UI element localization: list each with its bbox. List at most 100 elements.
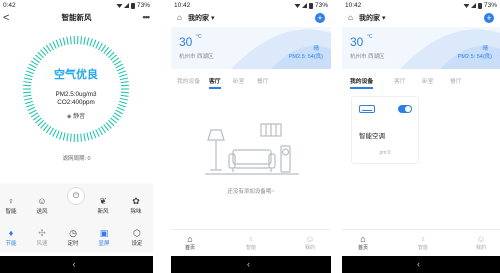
bottom-tab-smart[interactable]: ♀ 智能 [412, 234, 434, 251]
bulb-icon: ♀ [7, 196, 15, 206]
home-icon: ⌂ [360, 234, 366, 244]
system-nav-bar: ‹ [171, 256, 331, 273]
battery-level: 73% [314, 2, 328, 9]
wifi-icon [463, 4, 470, 8]
bottom-tab-bar: ⌂ 首页 ♀ 智能 ☺ 我的 [171, 229, 331, 255]
tab-my-devices[interactable]: 我的设备 [350, 76, 374, 89]
add-device-button[interactable]: + [484, 13, 494, 23]
weather-card [171, 27, 331, 69]
battery-level: 73% [136, 2, 150, 9]
tab-living-room[interactable]: 客厅 [209, 76, 221, 89]
filter-cycle: 滤网周期: 0 [62, 156, 91, 162]
eco-button[interactable]: ♦ 节能 [0, 228, 23, 247]
nav-back-icon[interactable]: ‹ [73, 259, 76, 269]
weather-card [342, 27, 500, 69]
status-bar: 10:42 73% [342, 0, 500, 11]
display-button[interactable]: ▣ 显屏 [92, 228, 116, 247]
temperature: 30 [350, 35, 364, 49]
status-bar: 10:42 73% [171, 0, 331, 11]
user-icon: ☺ [476, 234, 486, 244]
bulb-icon: ♀ [419, 234, 427, 244]
bottom-tab-bar: ⌂ 首页 ♀ 智能 ☺ 我的 [342, 229, 500, 255]
tab-living-room[interactable]: 客厅 [394, 76, 406, 85]
home-header: ⌂ 我的家 ▾ + [171, 11, 331, 27]
mode-fresh-button[interactable]: ❦ 新风 [91, 196, 115, 215]
battery-icon [478, 2, 482, 9]
chevron-down-icon: ▾ [381, 15, 386, 22]
status-time: 10:42 [345, 2, 362, 9]
bulb-icon: ♀ [247, 234, 255, 244]
mode-label: 静音 [73, 114, 86, 120]
device-pm: pm:0 [379, 150, 391, 156]
bottom-tab-smart[interactable]: ♀ 智能 [240, 234, 262, 251]
weather-background [342, 27, 500, 69]
device-card[interactable]: 智能空调 pm:0 [351, 96, 419, 164]
chevron-down-icon: ▾ [210, 15, 215, 22]
signal-icon [124, 3, 130, 8]
devices-screen: 10:42 73% ⌂ 我的家 ▾ + 30 °C 杭州市 西湖区 晴 PM2.… [342, 0, 500, 273]
more-icon[interactable]: ••• [143, 11, 151, 23]
user-icon: ☺ [305, 234, 315, 244]
air-conditioner-icon [359, 105, 375, 113]
bottom-tab-mine[interactable]: ☺ 我的 [299, 234, 321, 251]
pm-outdoor: PM2.5: 54(良) [457, 54, 492, 60]
signal-icon [471, 3, 477, 8]
battery-level: 73% [483, 2, 497, 9]
fan-icon: ✣ [38, 228, 46, 238]
header: < 智能新风 ••• [0, 11, 153, 27]
mode-fan-button[interactable]: ☺ 送风 [30, 196, 54, 215]
bottom-tab-mine[interactable]: ☺ 我的 [470, 234, 492, 251]
fan-speed-button[interactable]: ✣ 风速 [30, 228, 54, 247]
air-quality-label: 空气优良 [54, 69, 98, 81]
signal-icon [302, 3, 308, 8]
location: 杭州市 西湖区 [179, 54, 214, 60]
settings-button[interactable]: ⬡ 设定 [125, 228, 149, 247]
mode-smart-button[interactable]: ♀ 智能 [0, 196, 23, 215]
timer-button[interactable]: ◷ 定时 [61, 228, 85, 247]
home-icon: ⌂ [348, 13, 353, 22]
home-selector[interactable]: 我的家 ▾ [188, 13, 214, 23]
pm-outdoor: PM2.5: 54(良) [288, 54, 323, 60]
weather-condition: 晴 [482, 46, 488, 52]
tab-bedroom[interactable]: 卧室 [422, 76, 434, 85]
screen-icon: ▣ [99, 228, 109, 238]
empty-room-illustration [205, 123, 299, 175]
mode-deodorize-button[interactable]: ✿ 除味 [124, 196, 148, 215]
tab-bedroom[interactable]: 卧室 [233, 76, 245, 85]
temperature-unit: °C [196, 34, 202, 40]
bottom-tab-home[interactable]: ⌂ 首页 [179, 234, 201, 251]
user-icon: ☺ [37, 196, 47, 206]
power-icon: ⏻ [72, 191, 80, 200]
bottom-tab-home[interactable]: ⌂ 首页 [352, 234, 374, 251]
power-button[interactable]: ⏻ [67, 187, 85, 205]
home-icon: ⌂ [187, 234, 193, 244]
gear-icon: ⬡ [133, 228, 141, 238]
wifi-icon [294, 4, 301, 8]
system-nav-bar: ‹ [342, 256, 500, 273]
system-nav-bar: ‹ [0, 256, 153, 273]
status-time: 0:42 [3, 2, 16, 9]
nav-back-icon[interactable]: ‹ [417, 259, 420, 269]
add-device-button[interactable]: + [315, 13, 325, 23]
temperature: 30 [179, 35, 193, 49]
co2-readout: CO2:400ppm [57, 99, 95, 106]
weather-condition: 晴 [313, 46, 319, 52]
nav-back-icon[interactable]: ‹ [247, 259, 250, 269]
status-time: 10:42 [174, 2, 191, 9]
tab-dining-room[interactable]: 餐厅 [450, 76, 462, 85]
room-screen: 10:42 73% ⌂ 我的家 ▾ + 30 °C 杭州市 西湖区 晴 PM2.… [171, 0, 331, 273]
battery-icon [309, 2, 313, 9]
temperature-unit: °C [367, 34, 373, 40]
home-header: ⌂ 我的家 ▾ + [342, 11, 500, 27]
home-icon: ⌂ [177, 13, 182, 22]
tab-dining-room[interactable]: 餐厅 [257, 76, 269, 85]
device-power-toggle[interactable] [398, 105, 412, 113]
battery-icon [131, 2, 135, 9]
empty-state-text: 还没有添加设备哦~ [227, 189, 275, 195]
page-title: 智能新风 [61, 13, 92, 22]
air-purifier-screen: 0:42 73% < 智能新风 ••• 空气优良 PM2.5:0ug/m3 CO… [0, 0, 153, 273]
room-tabs: 我的设备 客厅 卧室 餐厅 [342, 76, 500, 89]
wifi-icon [116, 4, 123, 8]
tab-my-devices[interactable]: 我的设备 [177, 76, 200, 85]
home-selector[interactable]: 我的家 ▾ [359, 13, 385, 23]
